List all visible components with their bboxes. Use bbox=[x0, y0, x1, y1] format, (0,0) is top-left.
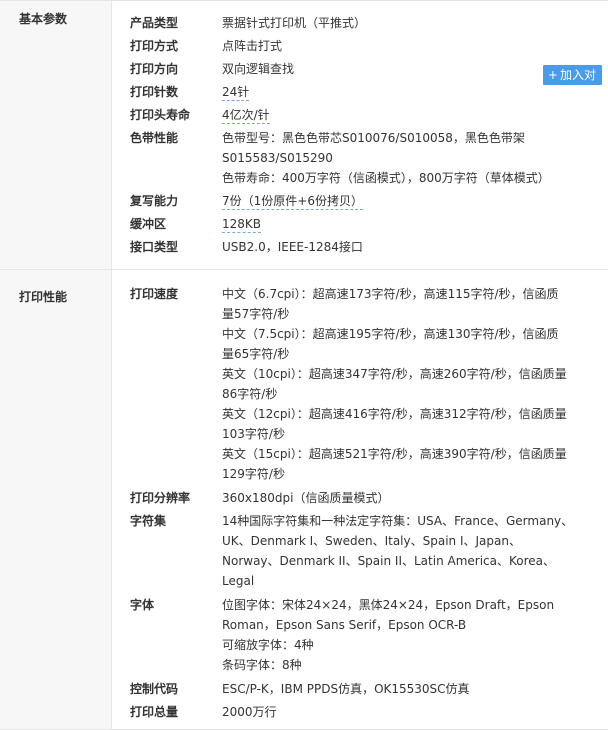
spec-label: 字体 bbox=[130, 598, 155, 612]
spec-value: USB2.0，IEEE-1284接口 bbox=[222, 237, 577, 260]
spec-label: 缓冲区 bbox=[130, 217, 167, 231]
spec-value: 色带型号：黑色色带芯S010076/S010058，黑色色带架 S015583/… bbox=[222, 128, 577, 191]
spec-row: 字符集 14种国际字符集和一种法定字符集：USA、France、Germany、… bbox=[112, 511, 608, 595]
spec-value-line: Roman，Epson Sans Serif，Epson OCR-B bbox=[222, 618, 467, 632]
spec-value-line: 票据针式打印机（平推式） bbox=[222, 16, 367, 30]
spec-label: 打印头寿命 bbox=[130, 108, 191, 122]
spec-row: 复写能力 7份（1份原件+6份拷贝） bbox=[112, 191, 608, 214]
spec-value-line: 103字符/秒 bbox=[222, 427, 285, 441]
spec-label: 接口类型 bbox=[130, 240, 179, 254]
spec-label: 打印分辨率 bbox=[130, 491, 191, 505]
spec-label: 产品类型 bbox=[130, 16, 179, 30]
spec-label: 打印总量 bbox=[130, 705, 179, 719]
section-body: 产品类型 票据针式打印机（平推式） 打印方式 点阵击打式 打印方向 双向逻辑查找… bbox=[112, 1, 608, 269]
spec-value-line: 英文（12cpi）：超高速416字符/秒，高速312字符/秒，信函质量 bbox=[222, 407, 567, 421]
spec-label: 字符集 bbox=[130, 514, 167, 528]
spec-row: 缓冲区 128KB bbox=[112, 214, 608, 237]
spec-value-line: 量65字符/秒 bbox=[222, 347, 290, 361]
spec-value-link[interactable]: 4亿次/针 bbox=[222, 108, 270, 124]
spec-value-line: UK、Denmark I、Sweden、Italy、Spain I、Japan、 bbox=[222, 534, 521, 548]
spec-value: 位图字体：宋体24×24，黑体24×24，Epson Draft，Epson R… bbox=[222, 595, 577, 679]
section-body: 打印速度 中文（6.7cpi）：超高速173字符/秒，高速115字符/秒，信函质… bbox=[112, 270, 608, 729]
spec-value-line: Norway、Denmark II、Spain II、Latin America… bbox=[222, 554, 556, 568]
spec-value-line: 360x180dpi（信函质量模式） bbox=[222, 491, 390, 505]
spec-value-line: 2000万行 bbox=[222, 705, 277, 719]
spec-label: 打印针数 bbox=[130, 85, 179, 99]
spec-value: 24针 bbox=[222, 82, 577, 105]
spec-label: 控制代码 bbox=[130, 682, 179, 696]
spec-value-link[interactable]: 7份（1份原件+6份拷贝） bbox=[222, 194, 363, 210]
spec-value-line: 14种国际字符集和一种法定字符集：USA、France、Germany、 bbox=[222, 514, 574, 528]
spec-label: 复写能力 bbox=[130, 194, 179, 208]
spec-value-line: 点阵击打式 bbox=[222, 39, 283, 53]
spec-value-link[interactable]: 128KB bbox=[222, 217, 262, 233]
spec-value-line: S015583/S015290 bbox=[222, 151, 333, 165]
spec-label: 打印方式 bbox=[130, 39, 179, 53]
spec-value-line: 中文（7.5cpi）：超高速195字符/秒，高速130字符/秒，信函质 bbox=[222, 327, 559, 341]
spec-value: 2000万行 bbox=[222, 702, 577, 725]
spec-label: 打印方向 bbox=[130, 62, 179, 76]
spec-row: 色带性能 色带型号：黑色色带芯S010076/S010058，黑色色带架 S01… bbox=[112, 128, 608, 191]
spec-value: 360x180dpi（信函质量模式） bbox=[222, 488, 577, 511]
spec-value-line: Legal bbox=[222, 574, 255, 588]
spec-value-line: 86字符/秒 bbox=[222, 387, 278, 401]
spec-row: 打印速度 中文（6.7cpi）：超高速173字符/秒，高速115字符/秒，信函质… bbox=[112, 284, 608, 488]
spec-value-line: 色带型号：黑色色带芯S010076/S010058，黑色色带架 bbox=[222, 131, 525, 145]
spec-label: 色带性能 bbox=[130, 131, 179, 145]
spec-value-line: 可缩放字体：4种 bbox=[222, 638, 314, 652]
spec-value-line: 英文（15cpi）：超高速521字符/秒，高速390字符/秒，信函质量 bbox=[222, 447, 567, 461]
spec-value-line: USB2.0，IEEE-1284接口 bbox=[222, 240, 363, 254]
spec-value-line: 量57字符/秒 bbox=[222, 307, 290, 321]
section-basic-params: 基本参数 产品类型 票据针式打印机（平推式） 打印方式 点阵击打式 打印方向 双… bbox=[0, 1, 608, 270]
section-print-performance: 打印性能 打印速度 中文（6.7cpi）：超高速173字符/秒，高速115字符/… bbox=[0, 270, 608, 730]
add-compare-button[interactable]: + 加入对 bbox=[542, 65, 602, 85]
spec-value-line: ESC/P-K，IBM PPDS仿真，OK15530SC仿真 bbox=[222, 682, 470, 696]
spec-label: 打印速度 bbox=[130, 287, 179, 301]
spec-value-line: 双向逻辑查找 bbox=[222, 62, 295, 76]
spec-value-line: 条码字体：8种 bbox=[222, 658, 302, 672]
spec-value: 点阵击打式 bbox=[222, 36, 577, 59]
spec-row: 打印方式 点阵击打式 bbox=[112, 36, 608, 59]
spec-value-line: 位图字体：宋体24×24，黑体24×24，Epson Draft，Epson bbox=[222, 598, 555, 612]
section-title: 基本参数 bbox=[0, 1, 112, 269]
spec-row: 打印方向 双向逻辑查找 bbox=[112, 59, 608, 82]
spec-value-link[interactable]: 24针 bbox=[222, 85, 250, 101]
spec-table: 基本参数 产品类型 票据针式打印机（平推式） 打印方式 点阵击打式 打印方向 双… bbox=[0, 0, 608, 730]
spec-value-line: 英文（10cpi）：超高速347字符/秒，高速260字符/秒，信函质量 bbox=[222, 367, 567, 381]
spec-row: 打印针数 24针 bbox=[112, 82, 608, 105]
add-compare-label: 加入对 bbox=[559, 68, 596, 82]
spec-row: 打印分辨率 360x180dpi（信函质量模式） bbox=[112, 488, 608, 511]
spec-value-line: 129字符/秒 bbox=[222, 467, 285, 481]
spec-row: 字体 位图字体：宋体24×24，黑体24×24，Epson Draft，Epso… bbox=[112, 595, 608, 679]
spec-row: 打印总量 2000万行 bbox=[112, 702, 608, 725]
section-title: 打印性能 bbox=[0, 270, 112, 729]
spec-value: 双向逻辑查找 bbox=[222, 59, 577, 82]
spec-value: 4亿次/针 bbox=[222, 105, 577, 128]
spec-value-line: 色带寿命：400万字符（信函模式），800万字符（草体模式） bbox=[222, 171, 550, 185]
spec-value-line: 中文（6.7cpi）：超高速173字符/秒，高速115字符/秒，信函质 bbox=[222, 287, 559, 301]
spec-row: 控制代码 ESC/P-K，IBM PPDS仿真，OK15530SC仿真 bbox=[112, 679, 608, 702]
spec-row: 打印头寿命 4亿次/针 bbox=[112, 105, 608, 128]
spec-row: 接口类型 USB2.0，IEEE-1284接口 bbox=[112, 237, 608, 260]
spec-value: 中文（6.7cpi）：超高速173字符/秒，高速115字符/秒，信函质 量57字… bbox=[222, 284, 577, 488]
spec-value: 7份（1份原件+6份拷贝） bbox=[222, 191, 577, 214]
plus-icon: + bbox=[547, 68, 558, 82]
spec-row: 产品类型 票据针式打印机（平推式） bbox=[112, 13, 608, 36]
spec-value: ESC/P-K，IBM PPDS仿真，OK15530SC仿真 bbox=[222, 679, 577, 702]
spec-value: 128KB bbox=[222, 214, 577, 237]
spec-value: 14种国际字符集和一种法定字符集：USA、France、Germany、 UK、… bbox=[222, 511, 577, 595]
spec-value: 票据针式打印机（平推式） bbox=[222, 13, 577, 36]
